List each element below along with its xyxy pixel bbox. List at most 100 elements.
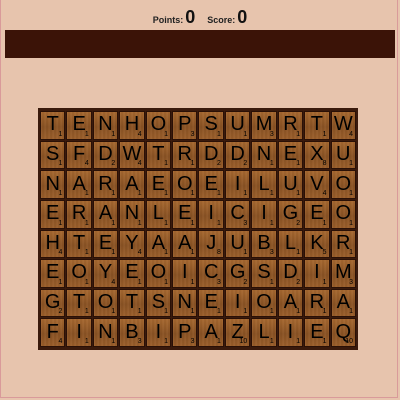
letter-tile[interactable]: R1 [304,288,330,318]
letter-tile[interactable]: O1 [145,259,172,288]
letter-tile[interactable]: L1 [251,170,277,199]
letter-tile[interactable]: W4 [119,140,145,170]
letter-tile[interactable]: S1 [145,288,172,318]
letter-tile[interactable]: R1 [330,229,356,259]
letter-tile[interactable]: M3 [330,259,356,288]
letter-tile[interactable]: G2 [40,288,66,318]
letter-tile[interactable]: K5 [304,229,330,259]
letter-tile[interactable]: I1 [224,170,251,199]
letter-tile[interactable]: E1 [172,199,198,229]
letter-tile[interactable]: W4 [330,111,356,140]
letter-tile[interactable]: G2 [277,199,304,229]
letter-tile[interactable]: T1 [66,229,92,259]
letter-tile[interactable]: O1 [172,170,198,199]
letter-tile[interactable]: R1 [66,199,92,229]
letter-tile[interactable]: V4 [304,170,330,199]
letter-tile[interactable]: N1 [172,288,198,318]
letter-tile[interactable]: U1 [330,140,356,170]
letter-tile[interactable]: T1 [40,111,66,140]
letter-tile[interactable]: Z 10 [224,318,251,347]
letter-tile[interactable]: E1 [145,170,172,199]
letter-tile[interactable]: N1 [119,199,145,229]
letter-tile[interactable]: U1 [224,229,251,259]
letter-tile[interactable]: A1 [198,318,224,347]
letter-tile[interactable]: E1 [304,318,330,347]
letter-tile[interactable]: T1 [304,111,330,140]
letter-tile[interactable]: J8 [198,229,224,259]
letter-tile[interactable]: S1 [40,140,66,170]
letter-tile[interactable]: G2 [224,259,251,288]
letter-tile[interactable]: N1 [251,140,277,170]
letter-tile[interactable]: U1 [277,170,304,199]
letter-tile[interactable]: P3 [172,111,198,140]
letter-tile[interactable]: E1 [92,229,119,259]
letter-tile[interactable]: I1 [304,259,330,288]
tile-value: 1 [269,278,274,286]
letter-tile[interactable]: F4 [40,318,66,347]
letter-tile[interactable]: E1 [119,259,145,288]
letter-tile[interactable]: I1 [251,199,277,229]
letter-tile[interactable]: D2 [198,140,224,170]
letter-tile[interactable]: N1 [40,170,66,199]
letter-tile[interactable]: U1 [224,111,251,140]
letter-tile[interactable]: A1 [145,229,172,259]
letter-tile[interactable]: E1 [304,199,330,229]
letter-tile[interactable]: I1 [277,318,304,347]
letter-tile[interactable]: X8 [304,140,330,170]
letter-tile[interactable]: A1 [66,170,92,199]
letter-tile[interactable]: E1 [198,288,224,318]
tile-letter: E [310,202,324,225]
tile-value: 1 [217,189,221,197]
letter-tile[interactable]: E1 [66,111,92,140]
letter-tile[interactable]: I1 [224,288,251,318]
letter-tile[interactable]: C3 [198,259,224,288]
letter-tile[interactable]: H4 [40,229,66,259]
letter-tile[interactable]: T1 [145,140,172,170]
letter-tile[interactable]: A1 [172,229,198,259]
letter-tile[interactable]: A1 [92,199,119,229]
letter-tile[interactable]: B3 [251,229,277,259]
letter-tile[interactable]: S1 [251,259,277,288]
letter-tile[interactable]: O1 [330,199,356,229]
letter-tile[interactable]: C3 [224,199,251,229]
letter-tile[interactable]: S1 [198,111,224,140]
letter-tile[interactable]: L1 [251,318,277,347]
letter-tile[interactable]: H4 [119,111,145,140]
letter-tile[interactable]: R1 [277,111,304,140]
letter-tile[interactable]: O1 [145,111,172,140]
letter-tile[interactable]: T1 [66,288,92,318]
letter-tile[interactable]: E1 [198,170,224,199]
letter-tile[interactable]: I1 [172,259,198,288]
letter-tile[interactable]: I1 [145,318,172,347]
letter-tile[interactable]: T1 [119,288,145,318]
letter-tile[interactable]: M3 [251,111,277,140]
letter-tile[interactable]: E1 [277,140,304,170]
letter-tile[interactable]: Q 10 [330,318,356,347]
letter-tile[interactable]: N1 [92,111,119,140]
letter-tile[interactable]: N1 [92,318,119,347]
letter-tile[interactable]: O1 [330,170,356,199]
letter-tile[interactable]: Y4 [119,229,145,259]
letter-tile[interactable]: I1 [66,318,92,347]
letter-tile[interactable]: D2 [277,259,304,288]
letter-tile[interactable]: P3 [172,318,198,347]
letter-tile[interactable]: O1 [66,259,92,288]
letter-tile[interactable]: F4 [66,140,92,170]
letter-tile[interactable]: E1 [40,199,66,229]
tile-letter: S [204,113,218,136]
letter-tile[interactable]: L1 [277,229,304,259]
letter-tile[interactable]: A1 [119,170,145,199]
letter-tile[interactable]: A1 [277,288,304,318]
letter-tile[interactable]: O1 [92,288,119,318]
letter-tile[interactable]: D2 [92,140,119,170]
letter-tile[interactable]: Y4 [92,259,119,288]
letter-tile[interactable]: R1 [92,170,119,199]
letter-tile[interactable]: I1 [198,199,224,229]
letter-tile[interactable]: L1 [145,199,172,229]
letter-tile[interactable]: E1 [40,259,66,288]
letter-tile[interactable]: O1 [251,288,277,318]
letter-tile[interactable]: A1 [330,288,356,318]
letter-tile[interactable]: R1 [172,140,198,170]
letter-tile[interactable]: B3 [119,318,145,347]
letter-tile[interactable]: D2 [224,140,251,170]
